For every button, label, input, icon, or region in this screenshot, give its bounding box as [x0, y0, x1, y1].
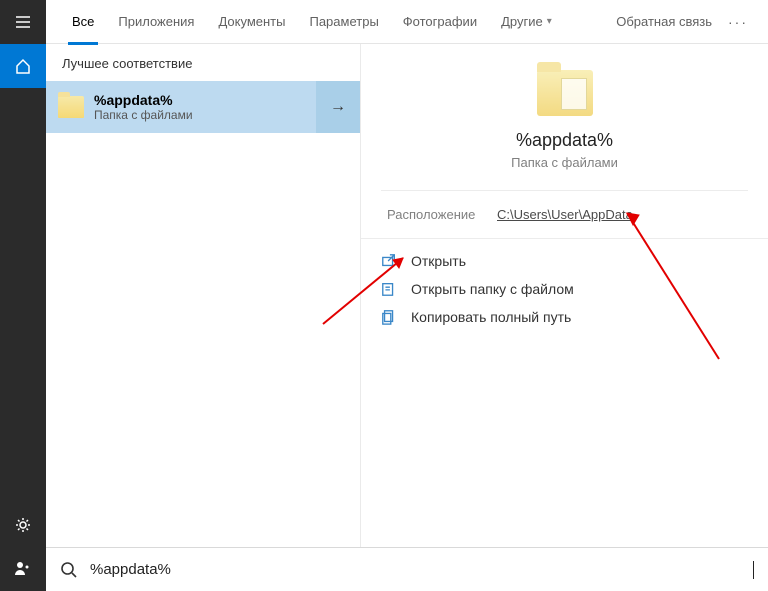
action-open[interactable]: Открыть — [381, 253, 748, 269]
open-folder-icon — [381, 281, 397, 297]
action-open-label: Открыть — [411, 253, 466, 269]
folder-icon — [537, 70, 593, 116]
home-button[interactable] — [0, 44, 46, 88]
hamburger-menu[interactable] — [0, 0, 46, 44]
tab-documents[interactable]: Документы — [206, 0, 297, 44]
folder-icon — [58, 96, 84, 118]
arrow-right-icon: → — [330, 98, 346, 116]
preview-subtitle: Папка с файлами — [381, 155, 748, 191]
action-open-folder[interactable]: Открыть папку с файлом — [381, 281, 748, 297]
action-copy-path[interactable]: Копировать полный путь — [381, 309, 748, 325]
tab-other-label: Другие — [501, 14, 543, 29]
gear-icon — [14, 516, 32, 534]
tab-other[interactable]: Другие ▾ — [489, 0, 564, 44]
preview-title: %appdata% — [361, 130, 768, 151]
open-icon — [381, 253, 397, 269]
result-expand-button[interactable]: → — [316, 81, 360, 133]
action-copy-path-label: Копировать полный путь — [411, 309, 571, 325]
search-bar[interactable]: %appdata% — [46, 547, 768, 591]
person-icon — [14, 560, 32, 578]
result-subtitle: Папка с файлами — [94, 108, 193, 122]
settings-button[interactable] — [0, 503, 46, 547]
home-icon — [14, 57, 32, 75]
chevron-down-icon: ▾ — [547, 16, 552, 27]
tab-photos[interactable]: Фотографии — [391, 0, 489, 44]
accounts-button[interactable] — [0, 547, 46, 591]
tab-all[interactable]: Все — [60, 0, 106, 44]
more-button[interactable]: ··· — [722, 14, 754, 30]
location-path-link[interactable]: C:\Users\User\AppData — [497, 207, 633, 222]
result-title: %appdata% — [94, 92, 193, 108]
feedback-link[interactable]: Обратная связь — [616, 14, 712, 29]
section-title-best-match: Лучшее соответствие — [46, 44, 360, 81]
preview-panel: %appdata% Папка с файлами Расположение C… — [360, 44, 768, 547]
text-caret — [753, 561, 754, 579]
search-icon — [60, 561, 78, 579]
search-input[interactable]: %appdata% — [90, 561, 741, 578]
location-label: Расположение — [387, 207, 497, 222]
tab-settings[interactable]: Параметры — [297, 0, 390, 44]
filter-tabs: Все Приложения Документы Параметры Фотог… — [46, 0, 768, 44]
copy-icon — [381, 309, 397, 325]
results-list: Лучшее соответствие %appdata% Папка с фа… — [46, 44, 360, 547]
tab-apps[interactable]: Приложения — [106, 0, 206, 44]
hamburger-icon — [14, 13, 32, 31]
action-open-folder-label: Открыть папку с файлом — [411, 281, 574, 297]
result-item[interactable]: %appdata% Папка с файлами → — [46, 81, 360, 133]
left-rail — [0, 0, 46, 591]
preview-location-row: Расположение C:\Users\User\AppData — [361, 191, 768, 239]
main-area: Все Приложения Документы Параметры Фотог… — [46, 0, 768, 591]
